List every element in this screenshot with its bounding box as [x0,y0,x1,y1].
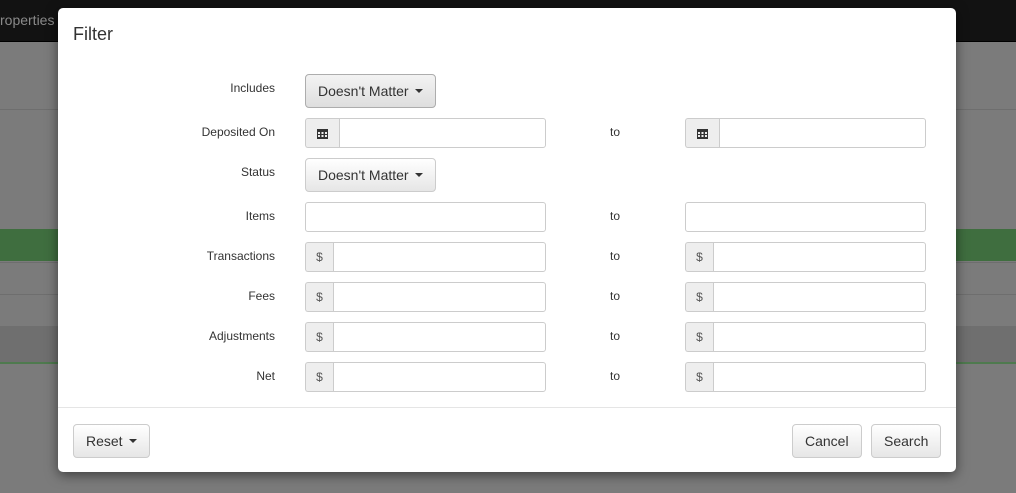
dollar-prefix: $ [305,242,333,272]
status-row: Status Doesn't Matter [58,158,956,192]
fees-from-input[interactable] [333,282,546,312]
caret-down-icon [414,89,423,93]
status-dropdown[interactable]: Doesn't Matter [305,158,436,192]
fees-from-group: $ [305,282,546,312]
modal-title: Filter [73,24,113,44]
includes-label: Includes [230,81,275,95]
caret-down-icon [128,439,137,443]
items-row: Items to [58,202,956,232]
dollar-prefix: $ [305,362,333,392]
to-label: to [610,209,621,223]
deposited-on-label: Deposited On [201,125,275,139]
transactions-from-group: $ [305,242,546,272]
to-label: to [610,329,621,343]
caret-down-icon [414,173,423,177]
net-row: Net $ to $ [58,362,956,392]
includes-dropdown[interactable]: Doesn't Matter [305,74,436,108]
net-from-input[interactable] [333,362,546,392]
cancel-button[interactable]: Cancel [792,424,862,458]
net-to-input[interactable] [713,362,926,392]
deposited-on-from-input[interactable] [339,118,546,148]
adjustments-to-group: $ [685,322,926,352]
transactions-to-input[interactable] [713,242,926,272]
net-label: Net [256,369,275,383]
cancel-button-label: Cancel [805,433,849,449]
transactions-row: Transactions $ to $ [58,242,956,272]
net-from-group: $ [305,362,546,392]
fees-to-input[interactable] [713,282,926,312]
adjustments-from-input[interactable] [333,322,546,352]
modal-footer: Reset Cancel Search [58,407,956,472]
deposited-on-to-group [685,118,926,148]
reset-button-label: Reset [86,433,123,449]
deposited-on-to-input[interactable] [719,118,926,148]
dollar-prefix: $ [685,362,713,392]
reset-button[interactable]: Reset [73,424,150,458]
search-button[interactable]: Search [871,424,942,458]
transactions-to-group: $ [685,242,926,272]
dollar-prefix: $ [685,242,713,272]
adjustments-to-input[interactable] [713,322,926,352]
items-to-group [685,202,926,232]
items-from-input[interactable] [305,202,546,232]
status-label: Status [240,165,275,179]
status-dropdown-value: Doesn't Matter [318,167,409,183]
to-label: to [610,125,621,139]
includes-dropdown-value: Doesn't Matter [318,83,409,99]
dollar-prefix: $ [685,322,713,352]
deposited-on-row: Deposited On to [58,118,956,148]
calendar-icon[interactable] [305,118,339,148]
deposited-on-from-group [305,118,546,148]
transactions-label: Transactions [206,249,275,263]
fees-to-group: $ [685,282,926,312]
net-to-group: $ [685,362,926,392]
dollar-prefix: $ [305,282,333,312]
adjustments-from-group: $ [305,322,546,352]
to-label: to [610,369,621,383]
calendar-icon[interactable] [685,118,719,148]
to-label: to [610,249,621,263]
fees-label: Fees [248,289,275,303]
dollar-prefix: $ [685,282,713,312]
items-label: Items [245,209,275,223]
fees-row: Fees $ to $ [58,282,956,312]
items-from-group [305,202,546,232]
dollar-prefix: $ [305,322,333,352]
adjustments-row: Adjustments $ to $ [58,322,956,352]
adjustments-label: Adjustments [208,329,275,343]
to-label: to [610,289,621,303]
filter-modal: Filter Includes Doesn't Matter Deposited… [58,8,956,472]
includes-row: Includes Doesn't Matter [58,74,956,108]
background-nav-text: roperties [0,12,55,28]
items-to-input[interactable] [685,202,926,232]
search-button-label: Search [884,433,929,449]
transactions-from-input[interactable] [333,242,546,272]
